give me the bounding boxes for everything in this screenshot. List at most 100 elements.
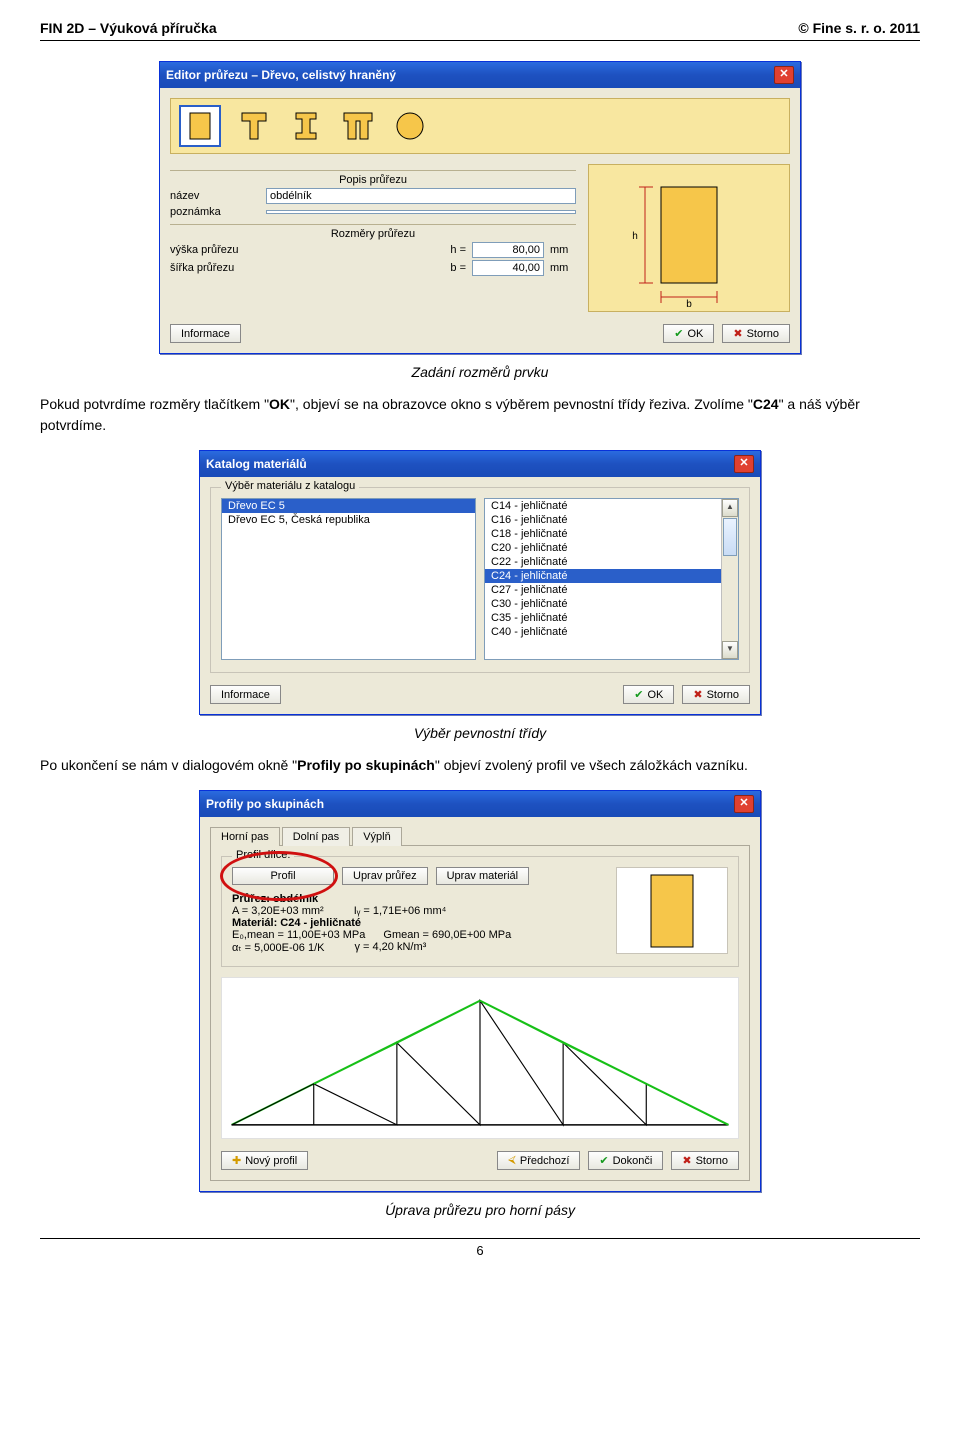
symbol-h: h = <box>438 244 466 256</box>
katalog-group-title: Výběr materiálu z katalogu <box>221 480 359 492</box>
label-nazev: název <box>170 190 260 202</box>
truss-preview <box>221 977 739 1139</box>
document-header: FIN 2D – Výuková příručka © Fine s. r. o… <box>40 20 920 41</box>
shape-t-icon[interactable] <box>237 109 271 143</box>
predchozi-button[interactable]: ⮘Předchozí <box>497 1151 580 1170</box>
label-sirka: šířka průřezu <box>170 262 260 274</box>
dokonci-button[interactable]: ✔Dokonči <box>588 1151 663 1170</box>
editor-titlebar[interactable]: Editor průřezu – Dřevo, celistvý hraněný… <box>160 62 800 88</box>
list-item[interactable]: C35 - jehličnaté <box>485 611 738 625</box>
scrollbar[interactable]: ▲ ▼ <box>721 499 738 659</box>
profil-button[interactable]: Profil <box>232 867 334 885</box>
list-item[interactable]: C24 - jehličnaté <box>485 569 738 583</box>
header-right: © Fine s. r. o. 2011 <box>798 20 920 36</box>
arrow-left-icon: ⮘ <box>508 1154 516 1167</box>
profil-preview <box>616 867 728 954</box>
section-rozmery: Rozměry průřezu <box>170 224 576 240</box>
caption-1: Zadání rozměrů prvku <box>40 364 920 380</box>
plus-icon: ✚ <box>232 1154 241 1167</box>
storno-button[interactable]: ✖Storno <box>682 685 750 704</box>
x-icon: ✖ <box>733 327 742 340</box>
katalog-titlebar[interactable]: Katalog materiálů ✕ <box>200 451 760 477</box>
shape-pi-icon[interactable] <box>341 109 375 143</box>
profily-title: Profily po skupinách <box>206 797 324 811</box>
close-icon[interactable]: ✕ <box>774 66 794 84</box>
check-icon: ✔ <box>674 327 683 340</box>
input-nazev[interactable]: obdélník <box>266 188 576 204</box>
tab-výplň[interactable]: Výplň <box>352 827 402 846</box>
list-item[interactable]: C40 - jehličnaté <box>485 625 738 639</box>
editor-title: Editor průřezu – Dřevo, celistvý hraněný <box>166 68 396 82</box>
list-item[interactable]: C22 - jehličnaté <box>485 555 738 569</box>
info-gamma: γ = 4,20 kN/m³ <box>354 941 426 954</box>
symbol-b: b = <box>438 262 466 274</box>
input-poznamka[interactable] <box>266 210 576 214</box>
check-icon: ✔ <box>634 688 643 701</box>
editor-window: Editor průřezu – Dřevo, celistvý hraněný… <box>159 61 801 354</box>
close-icon[interactable]: ✕ <box>734 795 754 813</box>
x-icon: ✖ <box>693 688 702 701</box>
caption-3: Úprava průřezu pro horní pásy <box>40 1202 920 1218</box>
page-number: 6 <box>40 1238 920 1258</box>
scroll-thumb[interactable] <box>723 518 737 556</box>
novy-profil-button[interactable]: ✚Nový profil <box>221 1151 308 1170</box>
dim-b-label: b <box>686 299 692 307</box>
header-left: FIN 2D – Výuková příručka <box>40 20 217 36</box>
caption-2: Výběr pevnostní třídy <box>40 725 920 741</box>
info-E: E₀,mean = 11,00E+03 MPa <box>232 929 365 941</box>
check-icon: ✔ <box>599 1154 608 1167</box>
scroll-up-button[interactable]: ▲ <box>722 499 738 517</box>
info-prurez: Průřez: obdélník <box>232 893 604 905</box>
list-item[interactable]: C18 - jehličnaté <box>485 527 738 541</box>
info-material: Materiál: C24 - jehličnaté <box>232 917 604 929</box>
profil-group-title: Profil dílce: <box>232 849 294 861</box>
shape-i-icon[interactable] <box>289 109 323 143</box>
section-preview: h b <box>588 164 790 312</box>
dim-h-label: h <box>632 231 638 242</box>
section-popis: Popis průřezu <box>170 170 576 186</box>
storno-button[interactable]: ✖Storno <box>722 324 790 343</box>
profily-tabs: Horní pasDolní pasVýplň <box>210 827 750 846</box>
profily-titlebar[interactable]: Profily po skupinách ✕ <box>200 791 760 817</box>
tab-horní-pas[interactable]: Horní pas <box>210 827 280 846</box>
list-item[interactable]: C27 - jehličnaté <box>485 583 738 597</box>
list-item[interactable]: C16 - jehličnaté <box>485 513 738 527</box>
shape-picker <box>170 98 790 154</box>
shape-circle-icon[interactable] <box>393 109 427 143</box>
paragraph-1: Pokud potvrdíme rozměry tlačítkem "OK", … <box>40 394 920 436</box>
katalog-left-list[interactable]: Dřevo EC 5Dřevo EC 5, Česká republika <box>221 498 476 660</box>
katalog-window: Katalog materiálů ✕ Výběr materiálu z ka… <box>199 450 761 715</box>
katalog-right-list[interactable]: C14 - jehličnatéC16 - jehličnatéC18 - je… <box>484 498 739 660</box>
paragraph-2: Po ukončení se nám v dialogovém okně "Pr… <box>40 755 920 776</box>
info-alpha: αₜ = 5,000E-06 1/K <box>232 941 324 954</box>
unit-b: mm <box>550 262 576 274</box>
katalog-title: Katalog materiálů <box>206 457 307 471</box>
list-item[interactable]: C30 - jehličnaté <box>485 597 738 611</box>
list-item[interactable]: Dřevo EC 5, Česká republika <box>222 513 475 527</box>
profily-window: Profily po skupinách ✕ Horní pasDolní pa… <box>199 790 761 1192</box>
input-sirka[interactable]: 40,00 <box>472 260 544 276</box>
scroll-down-button[interactable]: ▼ <box>722 641 738 659</box>
input-vyska[interactable]: 80,00 <box>472 242 544 258</box>
document-page: FIN 2D – Výuková příručka © Fine s. r. o… <box>0 0 960 1298</box>
label-vyska: výška průřezu <box>170 244 260 256</box>
info-G: Gmean = 690,0E+00 MPa <box>383 929 511 941</box>
list-item[interactable]: Dřevo EC 5 <box>222 499 475 513</box>
tab-dolní-pas[interactable]: Dolní pas <box>282 827 350 846</box>
storno-button[interactable]: ✖Storno <box>671 1151 739 1170</box>
info-Iy: Iᵧ = 1,71E+06 mm⁴ <box>354 905 447 917</box>
shape-rectangle-icon[interactable] <box>181 107 219 145</box>
close-icon[interactable]: ✕ <box>734 455 754 473</box>
x-icon: ✖ <box>682 1154 691 1167</box>
katalog-group: Výběr materiálu z katalogu Dřevo EC 5Dře… <box>210 487 750 673</box>
ok-button[interactable]: ✔OK <box>623 685 674 704</box>
list-item[interactable]: C14 - jehličnaté <box>485 499 738 513</box>
ok-button[interactable]: ✔OK <box>663 324 714 343</box>
informace-button[interactable]: Informace <box>170 324 241 343</box>
label-poznamka: poznámka <box>170 206 260 218</box>
uprav-prurez-button[interactable]: Uprav průřez <box>342 867 428 885</box>
uprav-material-button[interactable]: Uprav materiál <box>436 867 530 885</box>
unit-h: mm <box>550 244 576 256</box>
informace-button[interactable]: Informace <box>210 685 281 704</box>
list-item[interactable]: C20 - jehličnaté <box>485 541 738 555</box>
